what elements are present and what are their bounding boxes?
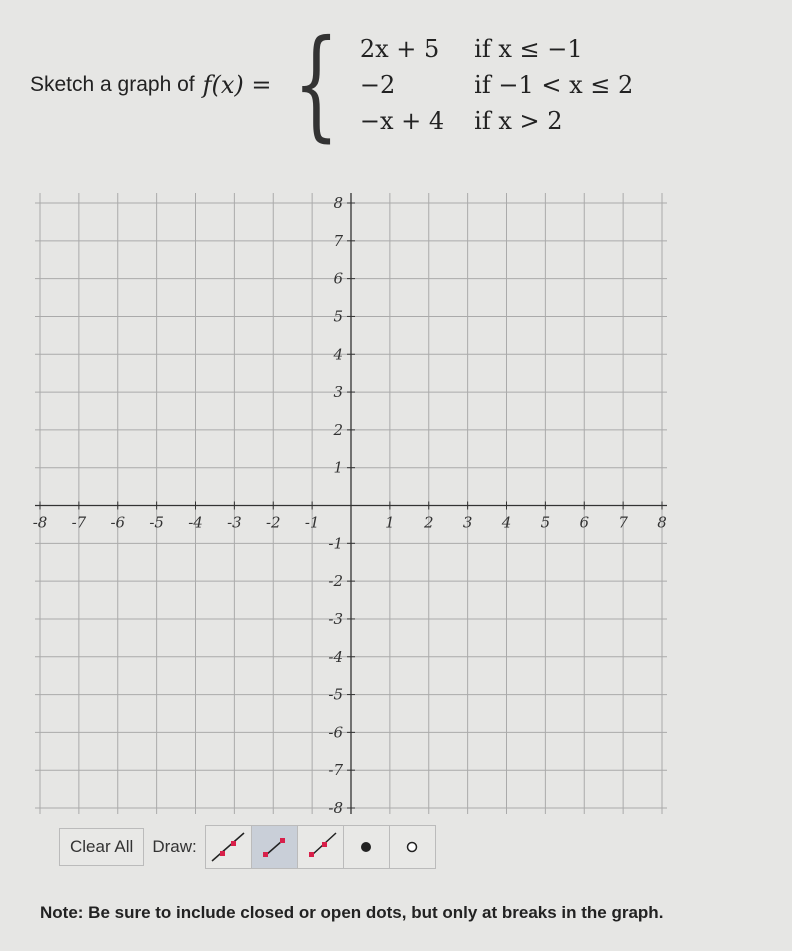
y-tick-label: -7 (328, 761, 343, 779)
x-tick-label: -6 (110, 514, 125, 532)
x-tick-label: 6 (579, 514, 589, 532)
y-tick-label: 8 (333, 194, 343, 212)
x-tick-label: 4 (501, 514, 512, 532)
y-tick-label: -2 (328, 572, 343, 590)
y-tick-label: -3 (328, 610, 343, 628)
open-dot-icon (406, 841, 418, 853)
x-tick-label: 8 (657, 514, 667, 532)
x-tick-label: -7 (72, 514, 87, 532)
segment-icon (263, 838, 286, 857)
y-tick-label: 3 (333, 383, 343, 401)
graph-canvas[interactable]: -8 -7 -6 -5 -4 -3 -2 -1 1 2 3 4 5 6 7 8 8 7 6 5 4 3 2 1 -1 -2 -3 -4… (0, 0, 792, 820)
x-tick-label: -5 (149, 514, 164, 532)
y-tick-label: 1 (333, 459, 343, 477)
draw-label: Draw: (152, 837, 197, 856)
ray-icon (309, 832, 337, 857)
note-text: Note: Be sure to include closed or open … (40, 903, 664, 922)
x-tick-label: 3 (463, 514, 473, 532)
x-tick-label: 2 (423, 514, 434, 532)
draw-tools (204, 825, 436, 869)
y-tick-label: -1 (328, 534, 343, 552)
open-dot-tool-button[interactable] (389, 826, 435, 868)
x-tick-label: -2 (266, 514, 281, 532)
ray-tool-button[interactable] (297, 826, 344, 868)
line-icon (211, 832, 245, 862)
x-tick-label: 1 (385, 514, 395, 532)
y-tick-label: -4 (328, 648, 343, 666)
x-tick-label: -8 (33, 514, 48, 532)
line-tool-button[interactable] (205, 826, 252, 868)
x-tick-label: -3 (227, 514, 242, 532)
closed-dot-icon (361, 842, 372, 852)
y-tick-label: 4 (332, 345, 343, 363)
y-tick-label: -5 (328, 686, 343, 704)
y-tick-label: -6 (328, 723, 343, 741)
y-tick-label: -8 (328, 799, 343, 817)
y-tick-label: 5 (333, 307, 343, 325)
toolbar: Clear All Draw: (59, 825, 436, 869)
segment-tool-button[interactable] (251, 826, 298, 868)
x-tick-label: 7 (618, 514, 628, 532)
x-tick-label: -1 (305, 514, 320, 532)
closed-dot-tool-button[interactable] (343, 826, 390, 868)
x-tick-label: 5 (541, 514, 551, 532)
y-tick-label: 2 (332, 421, 343, 439)
y-tick-label: 6 (333, 270, 343, 288)
clear-all-button[interactable]: Clear All (59, 828, 145, 866)
x-tick-label: -4 (188, 514, 203, 532)
y-tick-label: 7 (333, 232, 343, 250)
